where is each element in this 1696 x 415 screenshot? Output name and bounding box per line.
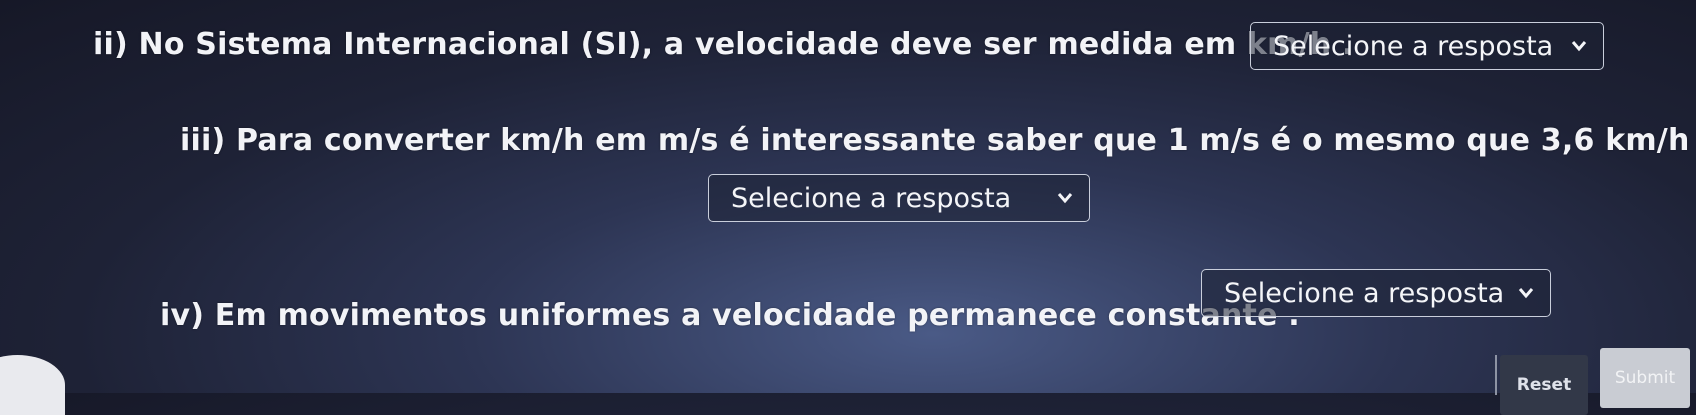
question-ii-text: ii) No Sistema Internacional (SI), a vel…: [93, 27, 1354, 62]
chevron-down-icon: [1057, 193, 1073, 204]
chevron-down-icon: [1571, 41, 1587, 52]
submit-button[interactable]: Submit: [1600, 348, 1690, 408]
reset-button[interactable]: Reset: [1500, 355, 1588, 415]
answer-select-iv-value: Selecione a resposta: [1224, 277, 1505, 309]
bottom-left-shape: [0, 355, 65, 415]
answer-select-iv[interactable]: Selecione a resposta: [1201, 269, 1551, 317]
answer-select-iii[interactable]: Selecione a resposta: [708, 174, 1090, 222]
button-divider: [1495, 355, 1497, 395]
answer-select-ii[interactable]: Selecione a resposta: [1250, 22, 1604, 70]
answer-select-ii-value: Selecione a resposta: [1273, 30, 1554, 62]
question-iv-text: iv) Em movimentos uniformes a velocidade…: [160, 298, 1300, 333]
question-iii-text: iii) Para converter km/h em m/s é intere…: [180, 123, 1696, 158]
chevron-down-icon: [1518, 288, 1534, 299]
answer-select-iii-value: Selecione a resposta: [731, 182, 1012, 214]
